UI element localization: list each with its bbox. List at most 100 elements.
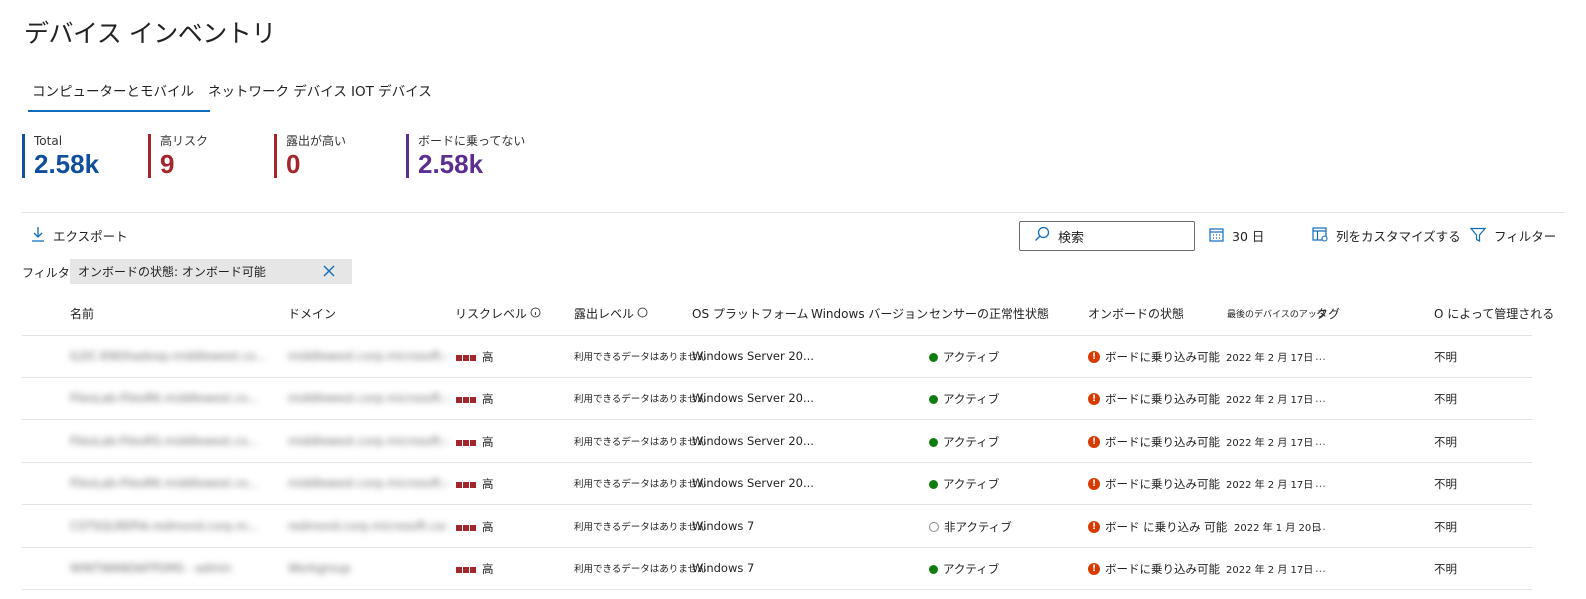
filter-button[interactable]: フィルター xyxy=(1469,226,1556,245)
search-placeholder: 検索 xyxy=(1058,230,1085,246)
risk-level-cell: 高 xyxy=(456,349,494,365)
sensor-health-cell: 非アクティブ xyxy=(929,519,1012,535)
date-range-button[interactable]: 30 日 xyxy=(1209,226,1264,245)
last-update: 2022 年 2 月 17日 xyxy=(1226,353,1314,364)
device-name[interactable]: CSTSQLREPIA.redmond.corp.m... xyxy=(70,519,280,533)
tab-network-devices[interactable]: ネットワーク デバイス xyxy=(208,80,347,100)
last-update: 2022 年 1 月 20日 xyxy=(1234,523,1322,534)
search-input[interactable]: 検索 xyxy=(1019,221,1195,251)
risk-level-cell: 高 xyxy=(456,391,494,407)
stat-label: 露出が高い xyxy=(286,134,347,148)
warning-icon: ! xyxy=(1088,393,1100,405)
tab-iot-devices[interactable]: IOT デバイス xyxy=(351,80,432,100)
risk-bars-icon xyxy=(456,520,477,534)
exposure-level: 利用できるデータはありません xyxy=(574,522,707,533)
device-name[interactable]: FilesLab-FilesRS.middlewest.co... xyxy=(70,434,280,448)
risk-bars-icon xyxy=(456,477,477,491)
tab-computers-mobile[interactable]: コンピューターとモバイル xyxy=(28,80,210,112)
table-row[interactable]: ILDC-ENGhadoop.middlewest.co... middlewe… xyxy=(22,336,1532,378)
sensor-health-label: アクティブ xyxy=(943,392,1000,406)
tags: ... xyxy=(1315,349,1326,363)
device-name[interactable]: FilesLab-FilesRK.middlewest.co... xyxy=(70,391,280,405)
table-row[interactable]: FilesLab-FilesRK.middlewest.co... middle… xyxy=(22,378,1532,420)
managed-by: 不明 xyxy=(1434,435,1457,449)
column-header-sensor-health[interactable]: センサーの正常性状態 xyxy=(929,305,1049,322)
warning-icon: ! xyxy=(1088,351,1100,363)
customize-columns-button[interactable]: 列をカスタマイズする xyxy=(1312,226,1461,245)
sensor-health-cell: アクティブ xyxy=(929,561,999,577)
onboarding-status-label: ボードに乗り込み可能 xyxy=(1105,350,1220,364)
filter-icon xyxy=(1469,227,1487,245)
managed-by: 不明 xyxy=(1434,392,1457,406)
close-icon[interactable] xyxy=(322,264,336,281)
stat-value: 2.58k xyxy=(418,149,484,179)
column-header-os-platform[interactable]: OS プラットフォーム xyxy=(692,305,809,322)
calendar-icon xyxy=(1209,227,1224,245)
risk-level-cell: 高 xyxy=(456,561,494,577)
column-header-domain[interactable]: ドメイン xyxy=(288,305,336,322)
table-row[interactable]: WINTWANDAFPOMS - admin Workgroup 高 利用できる… xyxy=(22,548,1532,590)
exposure-level: 利用できるデータはありません xyxy=(574,479,707,490)
managed-by: 不明 xyxy=(1434,350,1457,364)
risk-level-cell: 高 xyxy=(456,476,494,492)
device-name[interactable]: ILDC-ENGhadoop.middlewest.co... xyxy=(70,349,280,363)
table-row[interactable]: FilesLab-FilesRK.middlewest.co... middle… xyxy=(22,463,1532,505)
column-header-label: 露出レベル xyxy=(574,307,635,321)
tags: ... xyxy=(1315,561,1326,575)
export-button[interactable]: エクスポート xyxy=(31,226,128,245)
column-header-name[interactable]: 名前 xyxy=(70,305,94,322)
column-header-managed-by[interactable]: O によって管理される xyxy=(1434,305,1554,322)
tags: ... xyxy=(1315,391,1326,405)
info-icon[interactable] xyxy=(530,307,541,321)
stat-label: ボードに乗ってない xyxy=(418,134,526,148)
onboarding-status-label: ボードに乗り込み可能 xyxy=(1105,477,1220,491)
os-platform: Windows Server 20... xyxy=(692,391,814,405)
stat-high-exposure[interactable]: 露出が高い 0 xyxy=(274,134,347,179)
onboarding-status-cell: ! ボードに乗り込み可能 xyxy=(1088,561,1220,577)
column-header-risk-level[interactable]: リスクレベル xyxy=(455,305,541,322)
onboarding-status-label: ボード に乗り込み 可能 xyxy=(1105,520,1228,534)
stat-value: 9 xyxy=(160,149,175,179)
column-header-last-update[interactable]: 最後のデバイスのアップ xyxy=(1227,307,1326,320)
sensor-health-cell: アクティブ xyxy=(929,476,999,492)
column-header-onboarding-status[interactable]: オンボードの状態 xyxy=(1088,305,1184,322)
last-update: 2022 年 2 月 17日 xyxy=(1226,395,1314,406)
exposure-level: 利用できるデータはありません xyxy=(574,394,707,405)
sensor-health-cell: アクティブ xyxy=(929,434,999,450)
last-update: 2022 年 2 月 17日 xyxy=(1226,480,1314,491)
device-name[interactable]: WINTWANDAFPOMS - admin xyxy=(70,561,280,575)
device-name[interactable]: FilesLab-FilesRK.middlewest.co... xyxy=(70,476,280,490)
os-platform: Windows Server 20... xyxy=(692,349,814,363)
sensor-health-label: 非アクティブ xyxy=(944,520,1012,534)
device-domain: middlewest.corp.microsoft.co... xyxy=(288,476,446,490)
risk-level-cell: 高 xyxy=(456,519,494,535)
table-row[interactable]: CSTSQLREPIA.redmond.corp.m... redmond.co… xyxy=(22,506,1532,548)
os-platform: Windows 7 xyxy=(692,561,755,575)
stat-high-risk[interactable]: 高リスク 9 xyxy=(148,134,208,179)
stat-not-onboarded[interactable]: ボードに乗ってない 2.58k xyxy=(406,134,526,179)
customize-columns-label: 列をカスタマイズする xyxy=(1336,229,1461,244)
device-domain: redmond.corp.microsoft.com xyxy=(288,519,446,533)
stat-total[interactable]: Total 2.58k xyxy=(22,134,99,179)
risk-level-label: 高 xyxy=(482,392,494,406)
info-icon[interactable] xyxy=(637,307,648,321)
risk-level-label: 高 xyxy=(482,350,494,364)
date-range-label: 30 日 xyxy=(1232,229,1265,244)
managed-by: 不明 xyxy=(1434,477,1457,491)
device-domain: middlewest.corp.microsoft.co... xyxy=(288,434,446,448)
active-filter-chip: オンボードの状態: オンボード可能 xyxy=(70,259,352,284)
onboarding-status-cell: ! ボードに乗り込み可能 xyxy=(1088,434,1220,450)
column-header-tags[interactable]: タグ xyxy=(1316,305,1340,322)
onboarding-status-cell: ! ボード に乗り込み 可能 xyxy=(1088,519,1227,535)
exposure-level: 利用できるデータはありません xyxy=(574,564,707,575)
warning-icon: ! xyxy=(1088,436,1100,448)
table-row[interactable]: FilesLab-FilesRS.middlewest.co... middle… xyxy=(22,421,1532,463)
exposure-level: 利用できるデータはありません xyxy=(574,352,707,363)
device-domain: middlewest.corp.microsoft.co... xyxy=(288,349,446,363)
exposure-level: 利用できるデータはありません xyxy=(574,437,707,448)
device-domain: Workgroup xyxy=(288,561,351,575)
column-header-windows-version[interactable]: Windows バージョン xyxy=(811,305,928,322)
warning-icon: ! xyxy=(1088,521,1100,533)
download-icon xyxy=(31,226,45,245)
column-header-exposure-level[interactable]: 露出レベル xyxy=(574,305,648,322)
